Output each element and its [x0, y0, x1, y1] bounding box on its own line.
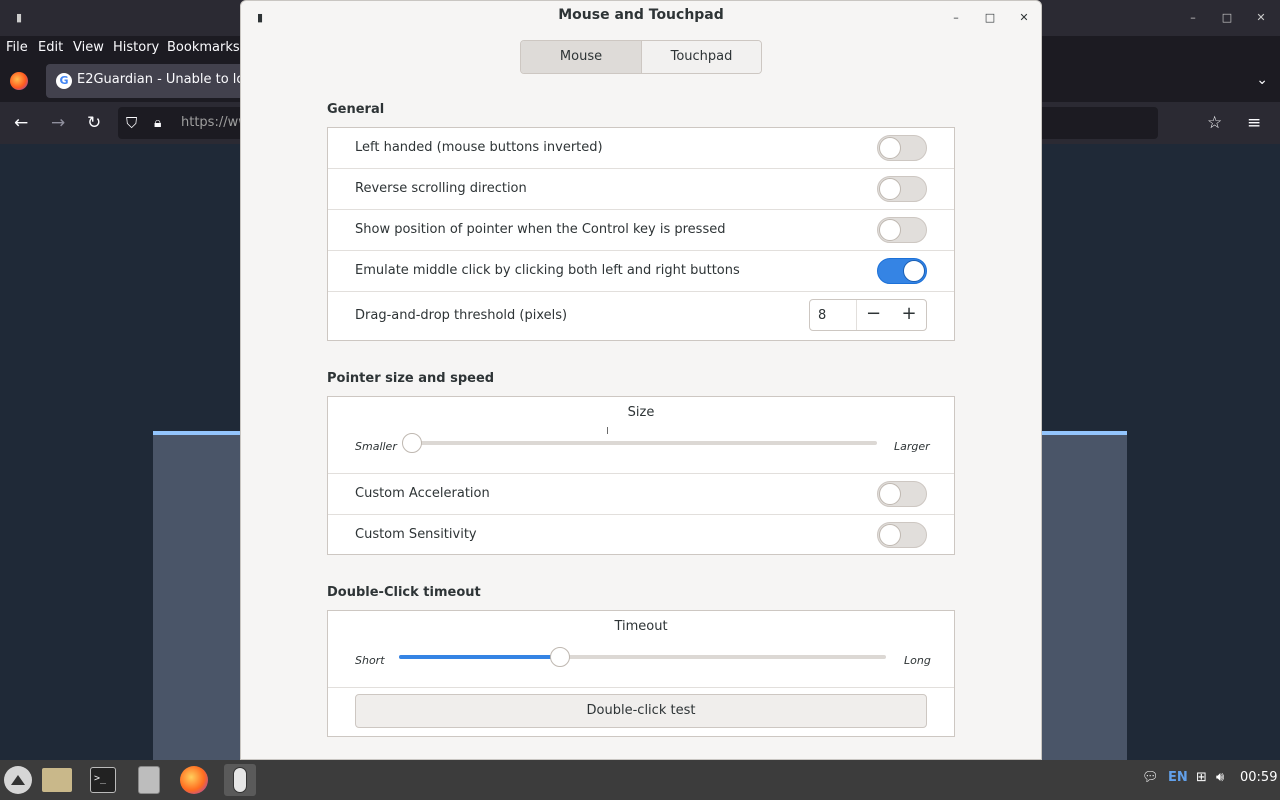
drag-threshold-value[interactable]: 8 — [818, 308, 826, 323]
dialog-title: Mouse and Touchpad — [558, 7, 724, 23]
close-icon[interactable]: ✕ — [1252, 9, 1270, 27]
timeout-slider-fill — [399, 655, 560, 659]
plus-icon[interactable]: + — [892, 300, 926, 330]
size-title: Size — [627, 405, 655, 420]
middle-click-switch[interactable] — [877, 258, 927, 284]
menu-file[interactable]: File — [6, 40, 28, 55]
file-cabinet-icon[interactable] — [138, 766, 160, 794]
clock[interactable]: 00:59 — [1240, 770, 1277, 785]
left-handed-label: Left handed (mouse buttons inverted) — [355, 140, 603, 155]
sensitivity-label: Custom Sensitivity — [355, 527, 477, 542]
file-manager-icon[interactable] — [42, 768, 72, 792]
double-click-test-row: Double-click test — [328, 688, 954, 736]
shield-icon[interactable]: ⛉ — [126, 113, 137, 133]
general-frame: Left handed (mouse buttons inverted) Rev… — [327, 127, 955, 341]
setting-row-middle-click: Emulate middle click by clicking both le… — [328, 251, 954, 292]
setting-row-drag-threshold: Drag-and-drop threshold (pixels) 8 − + — [328, 292, 954, 340]
switch-knob — [879, 137, 901, 159]
mouse-icon — [233, 767, 247, 793]
back-arrow-icon[interactable]: ← — [14, 113, 28, 133]
size-default-mark — [607, 427, 608, 434]
pointer-frame: Size Smaller Larger Custom Acceleration … — [327, 396, 955, 555]
start-menu-icon[interactable] — [4, 766, 32, 794]
window-menu-icon[interactable]: ▮ — [10, 9, 28, 27]
left-handed-switch[interactable] — [877, 135, 927, 161]
switch-knob — [879, 483, 901, 505]
network-icon[interactable]: ⊞ — [1196, 770, 1207, 785]
size-slider-row: Size Smaller Larger — [328, 397, 954, 474]
setting-row-reverse-scroll: Reverse scrolling direction — [328, 169, 954, 210]
show-pointer-switch[interactable] — [877, 217, 927, 243]
size-slider-trough[interactable] — [412, 441, 877, 445]
timeout-min-label: Short — [355, 654, 385, 667]
firefox-logo-icon — [180, 766, 208, 794]
taskbar: >_ 💬︎ EN ⊞ 🔊︎ 00:59 — [0, 760, 1280, 800]
star-icon[interactable]: ☆ — [1207, 113, 1222, 133]
sensitivity-switch[interactable] — [877, 522, 927, 548]
terminal-icon[interactable]: >_ — [90, 767, 116, 793]
timeout-slider-row: Timeout Short Long — [328, 611, 954, 688]
google-favicon-icon: G — [56, 73, 72, 89]
minimize-icon[interactable]: – — [1184, 9, 1202, 27]
timeout-slider-handle[interactable] — [549, 647, 570, 667]
size-slider-handle[interactable] — [402, 433, 422, 453]
device-switcher: Mouse Touchpad — [520, 40, 762, 74]
firefox-view-icon[interactable] — [10, 72, 28, 90]
minus-icon[interactable]: − — [856, 300, 890, 330]
chevron-down-icon[interactable]: ⌄ — [1256, 72, 1268, 88]
lock-icon[interactable]: 🔒︎ — [154, 113, 161, 133]
reverse-scroll-switch[interactable] — [877, 176, 927, 202]
maximize-icon[interactable]: □ — [981, 9, 999, 27]
timeout-max-label: Long — [904, 654, 931, 667]
menu-bookmarks[interactable]: Bookmarks — [167, 40, 240, 55]
menu-history[interactable]: History — [113, 40, 159, 55]
switch-knob — [903, 260, 925, 282]
show-pointer-label: Show position of pointer when the Contro… — [355, 222, 726, 237]
reload-icon[interactable]: ↻ — [87, 113, 101, 133]
switch-knob — [879, 178, 901, 200]
timeout-title: Timeout — [614, 619, 668, 634]
volume-icon[interactable]: 🔊︎ — [1216, 770, 1224, 785]
menu-view[interactable]: View — [73, 40, 104, 55]
chat-icon[interactable]: 💬︎ — [1142, 770, 1159, 785]
tab-title: E2Guardian - Unable to loa — [77, 72, 253, 87]
mouse-settings-taskbar-icon[interactable] — [224, 764, 256, 796]
maximize-icon[interactable]: □ — [1218, 9, 1236, 27]
timeout-slider-trough[interactable] — [399, 655, 886, 659]
minimize-icon[interactable]: – — [947, 9, 965, 27]
hamburger-icon[interactable]: ≡ — [1247, 113, 1261, 133]
mouse-touchpad-dialog: ▮ Mouse and Touchpad – □ ✕ Mouse Touchpa… — [240, 0, 1042, 760]
double-click-heading: Double-Click timeout — [327, 585, 481, 600]
size-min-label: Smaller — [355, 440, 397, 453]
close-icon[interactable]: ✕ — [1015, 9, 1033, 27]
drag-threshold-label: Drag-and-drop threshold (pixels) — [355, 308, 568, 323]
firefox-taskbar-icon[interactable] — [178, 764, 210, 796]
url-text[interactable]: https://ww — [181, 115, 249, 130]
pointer-heading: Pointer size and speed — [327, 371, 495, 386]
menu-edit[interactable]: Edit — [38, 40, 63, 55]
drag-threshold-spinner: 8 − + — [809, 299, 927, 331]
reverse-scroll-label: Reverse scrolling direction — [355, 181, 527, 196]
setting-row-show-pointer: Show position of pointer when the Contro… — [328, 210, 954, 251]
setting-row-left-handed: Left handed (mouse buttons inverted) — [328, 128, 954, 169]
double-click-test-button[interactable]: Double-click test — [355, 694, 927, 728]
tab-mouse[interactable]: Mouse — [521, 41, 641, 73]
setting-row-sensitivity: Custom Sensitivity — [328, 515, 954, 555]
size-max-label: Larger — [894, 440, 930, 453]
acceleration-label: Custom Acceleration — [355, 486, 490, 501]
switch-knob — [879, 524, 901, 546]
acceleration-switch[interactable] — [877, 481, 927, 507]
middle-click-label: Emulate middle click by clicking both le… — [355, 263, 740, 278]
setting-row-acceleration: Custom Acceleration — [328, 474, 954, 515]
forward-arrow-icon[interactable]: → — [51, 113, 65, 133]
switch-knob — [879, 219, 901, 241]
language-indicator[interactable]: EN — [1168, 770, 1188, 785]
general-heading: General — [327, 102, 385, 117]
tab-touchpad[interactable]: Touchpad — [641, 41, 761, 73]
double-click-frame: Timeout Short Long Double-click test — [327, 610, 955, 737]
